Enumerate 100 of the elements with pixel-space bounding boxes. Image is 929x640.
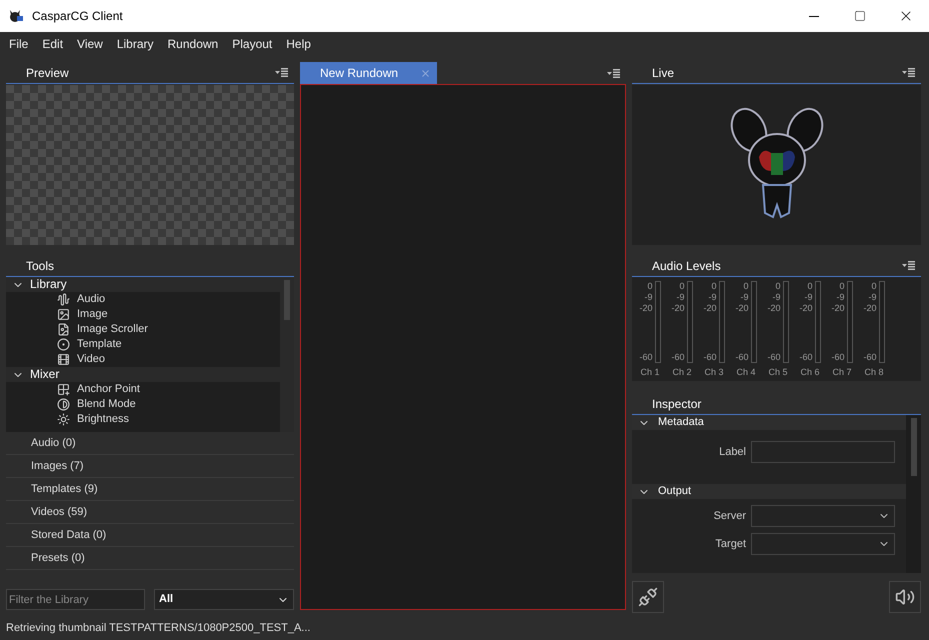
library-category[interactable]: Presets (0) bbox=[6, 547, 294, 570]
menu-item[interactable]: Edit bbox=[35, 35, 70, 53]
tree-group[interactable]: Library bbox=[30, 277, 67, 292]
menu-item[interactable]: Help bbox=[279, 35, 318, 53]
panel-title: Inspector bbox=[652, 396, 702, 412]
scale-label: -9 bbox=[676, 292, 684, 303]
scrollbar[interactable] bbox=[906, 415, 921, 573]
tree-item[interactable]: Blend Mode bbox=[77, 397, 136, 412]
sound-button[interactable] bbox=[889, 581, 921, 613]
status-text: Retrieving thumbnail TESTPATTERNS/1080P2500_TEST_A... bbox=[6, 620, 310, 636]
channel-label: Ch 6 bbox=[800, 366, 820, 379]
scale-label: -20 bbox=[863, 303, 876, 314]
scale-label: -9 bbox=[804, 292, 812, 303]
scale-label: -60 bbox=[831, 352, 844, 363]
scale-label: 0 bbox=[647, 281, 652, 292]
dropdown-field[interactable] bbox=[751, 533, 895, 555]
dock-menu-icon[interactable] bbox=[275, 68, 288, 77]
scale-label: -20 bbox=[831, 303, 844, 314]
panel-title: Live bbox=[652, 64, 676, 82]
scale-label: -60 bbox=[703, 352, 716, 363]
field-label: Server bbox=[712, 508, 746, 524]
scale-label: -9 bbox=[708, 292, 716, 303]
menu-item[interactable]: View bbox=[70, 35, 110, 53]
library-category[interactable]: Templates (9) bbox=[6, 478, 294, 501]
channel-label: Ch 4 bbox=[736, 366, 756, 379]
channel-label: Ch 2 bbox=[672, 366, 692, 379]
dock-menu-icon[interactable] bbox=[902, 261, 915, 270]
scale-label: -60 bbox=[863, 352, 876, 363]
maximize-icon bbox=[854, 10, 866, 22]
tree-item[interactable]: Image Scroller bbox=[77, 322, 148, 337]
waveform-icon bbox=[57, 293, 70, 306]
text-field[interactable] bbox=[751, 441, 895, 463]
channel-label: Ch 5 bbox=[768, 366, 788, 379]
dock-menu-icon[interactable] bbox=[607, 68, 620, 78]
circle-icon bbox=[57, 338, 70, 351]
tree-item[interactable]: Template bbox=[77, 337, 122, 352]
field-label: Target bbox=[714, 536, 746, 552]
app-logo-icon bbox=[8, 9, 24, 23]
scale-label: -20 bbox=[799, 303, 812, 314]
channel-label: Ch 8 bbox=[864, 366, 884, 379]
tree-item[interactable]: Anchor Point bbox=[77, 382, 140, 397]
scale-label: 0 bbox=[839, 281, 844, 292]
rundown-tab[interactable]: New Rundown bbox=[300, 62, 437, 84]
panel-title: Tools bbox=[26, 258, 56, 274]
contrast-icon bbox=[57, 398, 70, 411]
plug-icon bbox=[638, 587, 658, 607]
film-icon bbox=[57, 353, 70, 366]
scale-label: 0 bbox=[775, 281, 780, 292]
scale-label: -60 bbox=[767, 352, 780, 363]
library-category[interactable]: Images (7) bbox=[6, 455, 294, 478]
scale-label: -20 bbox=[735, 303, 748, 314]
scale-label: -9 bbox=[644, 292, 652, 303]
scale-label: -60 bbox=[735, 352, 748, 363]
tree-item[interactable]: Image bbox=[77, 307, 108, 322]
library-category[interactable]: Videos (59) bbox=[6, 501, 294, 524]
tree-item[interactable]: Audio bbox=[77, 292, 106, 307]
menu-item[interactable]: Playout bbox=[225, 35, 280, 53]
scale-label: 0 bbox=[743, 281, 748, 292]
scale-label: -60 bbox=[639, 352, 652, 363]
scale-label: -20 bbox=[671, 303, 684, 314]
window-title: CasparCG Client bbox=[32, 8, 124, 25]
grid-icon bbox=[57, 383, 70, 396]
library-category[interactable]: Audio (0) bbox=[6, 432, 294, 455]
dock-menu-icon[interactable] bbox=[902, 68, 915, 77]
section-title[interactable]: Output bbox=[658, 483, 692, 500]
dropdown-field[interactable] bbox=[751, 505, 895, 527]
sun-icon bbox=[57, 413, 70, 426]
library-category[interactable]: Stored Data (0) bbox=[6, 524, 294, 547]
channel-label: Ch 7 bbox=[832, 366, 852, 379]
type-dropdown[interactable]: All bbox=[154, 589, 294, 610]
tree-item[interactable]: Video bbox=[77, 352, 105, 367]
scale-label: -60 bbox=[671, 352, 684, 363]
channel-label: Ch 1 bbox=[640, 366, 660, 379]
filter-field[interactable]: Filter the Library bbox=[6, 589, 145, 610]
picture-file-icon bbox=[57, 323, 70, 336]
panel-title: Audio Levels bbox=[652, 258, 722, 274]
menu-item[interactable]: Rundown bbox=[160, 35, 226, 53]
section-title[interactable]: Metadata bbox=[658, 415, 704, 431]
panel-title: Preview bbox=[26, 64, 70, 82]
picture-icon bbox=[57, 308, 70, 321]
scale-label: -9 bbox=[772, 292, 780, 303]
scale-label: 0 bbox=[679, 281, 684, 292]
scale-label: 0 bbox=[871, 281, 876, 292]
tree-item[interactable]: Brightness bbox=[77, 412, 129, 427]
scale-label: -9 bbox=[740, 292, 748, 303]
scale-label: -20 bbox=[767, 303, 780, 314]
scale-label: -9 bbox=[836, 292, 844, 303]
speaker-icon bbox=[895, 587, 915, 607]
channel-label: Ch 3 bbox=[704, 366, 724, 379]
tree-group[interactable]: Mixer bbox=[30, 367, 60, 382]
menu-item[interactable]: File bbox=[2, 35, 36, 53]
scale-label: 0 bbox=[807, 281, 812, 292]
scale-label: -20 bbox=[639, 303, 652, 314]
menu-item[interactable]: Library bbox=[110, 35, 161, 53]
connect-button[interactable] bbox=[632, 581, 664, 613]
scale-label: -9 bbox=[868, 292, 876, 303]
scale-label: -60 bbox=[799, 352, 812, 363]
field-label: Label bbox=[718, 444, 746, 460]
scale-label: -20 bbox=[703, 303, 716, 314]
scale-label: 0 bbox=[711, 281, 716, 292]
